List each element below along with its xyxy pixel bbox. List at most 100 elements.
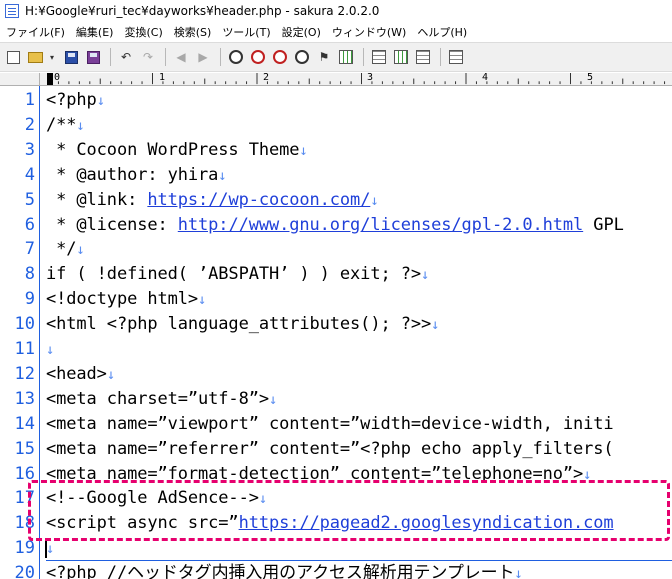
code-line[interactable]: if ( !defined( ’ABSPATH’ ) ) exit; ?>↓ [46,262,429,287]
ruler-label: 5 [587,72,594,83]
code-line[interactable]: <head>↓ [46,362,115,387]
menu-settings[interactable]: 設定(O) [276,24,326,40]
code-link[interactable]: http://www.gnu.org/licenses/gpl-2.0.html [178,215,584,235]
newline-marker: ↓ [46,541,55,558]
code-line[interactable]: <script async src=”https://pagead2.googl… [46,511,614,536]
bookmark-icon[interactable]: ⚑ [314,47,334,67]
code-text: <!doctype html> [46,289,199,310]
line-number: 13 [14,388,35,409]
code-line[interactable]: <meta name=”format-detection” content=”t… [46,462,592,487]
column-ruler: 0 1 2 3 4 5 [40,72,672,86]
code-line[interactable]: * @link: https://wp-cocoon.com/↓ [46,188,379,213]
code-line[interactable]: * Cocoon WordPress Theme↓ [46,138,308,163]
find-next-icon[interactable] [270,47,290,67]
line-number-gutter: 1 2 3 4 5 6 7 8 9 10 11 12 13 14 15 16 17 18 19 20 [0,86,40,579]
find-prev-icon[interactable] [248,47,268,67]
line-number: 14 [14,413,35,434]
outline-icon[interactable] [369,47,389,67]
code-line[interactable]: ↓ [46,536,672,562]
line-number: 1 [24,90,35,110]
line-number: 8 [24,264,35,285]
code-text: <head> [46,363,107,384]
window-title: H:¥Google¥ruri_tec¥dayworks¥header.php -… [25,4,380,18]
menu-tools[interactable]: ツール(T) [216,24,275,40]
code-text: /** [46,114,77,135]
line-number: 11 [14,339,35,359]
code-line[interactable]: /**↓ [46,113,85,138]
ruler-label: 0 [54,72,61,83]
save-icon[interactable] [61,47,81,67]
dropdown-arrow-icon[interactable]: ▾ [47,47,57,67]
toolbar-separator [363,48,364,66]
newline-marker: ↓ [299,142,308,159]
menu-convert[interactable]: 変換(C) [118,24,167,40]
line-number: 18 [14,513,35,534]
line-number: 6 [24,214,35,235]
code-text: <meta name=”viewport” content=”width=dev… [46,413,614,434]
code-line[interactable]: <?php↓ [46,88,105,113]
menu-file[interactable]: ファイル(F) [0,24,70,40]
newline-marker: ↓ [46,342,55,358]
code-line[interactable]: ↓ [46,337,54,362]
code-text: GPL [583,214,624,235]
menu-bar: ファイル(F) 編集(E) 変換(C) 検索(S) ツール(T) 設定(O) ウ… [0,22,672,42]
save-all-icon[interactable] [83,47,103,67]
jump-forward-icon[interactable]: ▶ [193,47,213,67]
compare-icon[interactable] [391,47,411,67]
menu-window[interactable]: ウィンドウ(W) [326,24,411,40]
tag-jump-icon[interactable] [413,47,433,67]
grep-icon[interactable] [336,47,356,67]
newline-marker: ↓ [431,317,440,334]
settings-icon[interactable] [446,47,466,67]
toolbar-separator [220,48,221,66]
newline-marker: ↓ [76,117,85,134]
line-number: 12 [14,363,35,384]
line-number: 7 [24,239,35,260]
newline-marker: ↓ [268,391,278,408]
code-text: <script async src=” [46,513,239,534]
replace-icon[interactable] [292,47,312,67]
menu-edit[interactable]: 編集(E) [70,24,119,40]
line-number: 9 [24,289,35,310]
code-line[interactable]: <html <?php language_attributes(); ?>>↓ [46,312,440,337]
code-line[interactable]: */↓ [46,237,85,262]
line-number: 5 [24,189,35,210]
code-line[interactable]: * @author: yhira↓ [46,163,227,188]
line-number: 4 [24,164,35,185]
code-line[interactable]: <meta name=”referrer” content=”<?php ech… [46,437,614,462]
code-line[interactable]: <!--Google AdSence-->↓ [46,486,267,511]
code-link[interactable]: https://pagead2.googlesyndication.com [239,513,614,533]
menu-help[interactable]: ヘルプ(H) [411,24,472,40]
redo-icon[interactable]: ↷ [138,47,158,67]
code-line[interactable]: <!doctype html>↓ [46,287,206,312]
code-text: * Cocoon WordPress Theme [46,139,300,160]
code-link[interactable]: https://wp-cocoon.com/ [147,190,370,210]
code-line[interactable]: <?php //ヘッドタグ内挿入用のアクセス解析用テンプレート↓ [46,561,523,579]
code-line[interactable]: <meta name=”viewport” content=”width=dev… [46,412,614,437]
title-bar: H:¥Google¥ruri_tec¥dayworks¥header.php -… [0,0,672,22]
undo-icon[interactable]: ↶ [116,47,136,67]
line-number: 16 [14,463,35,484]
code-text: <?php //ヘッドタグ内挿入用のアクセス解析用テンプレート [46,563,515,579]
code-text: <!--Google AdSence--> [46,488,259,509]
line-number: 17 [14,488,35,509]
ruler-label: 1 [159,72,166,83]
newline-marker: ↓ [370,192,379,209]
menu-search[interactable]: 検索(S) [168,24,217,40]
newline-marker: ↓ [218,167,227,184]
line-number: 10 [14,314,35,335]
newline-marker: ↓ [583,466,592,483]
code-text: * @link: [46,189,148,210]
new-file-icon[interactable] [3,47,23,67]
open-folder-icon[interactable] [25,47,45,67]
ruler-cursor-marker [47,73,53,85]
find-icon[interactable] [226,47,246,67]
ruler-label: 4 [482,72,489,83]
toolbar-separator [440,48,441,66]
line-number: 20 [14,563,35,579]
jump-back-icon[interactable]: ◀ [171,47,191,67]
code-line[interactable]: * @license: http://www.gnu.org/licenses/… [46,213,624,238]
code-line[interactable]: <meta charset=”utf-8”>↓ [46,387,277,412]
code-editor[interactable]: <?php↓/**↓ * Cocoon WordPress Theme↓ * @… [41,86,672,579]
app-icon [5,4,19,18]
